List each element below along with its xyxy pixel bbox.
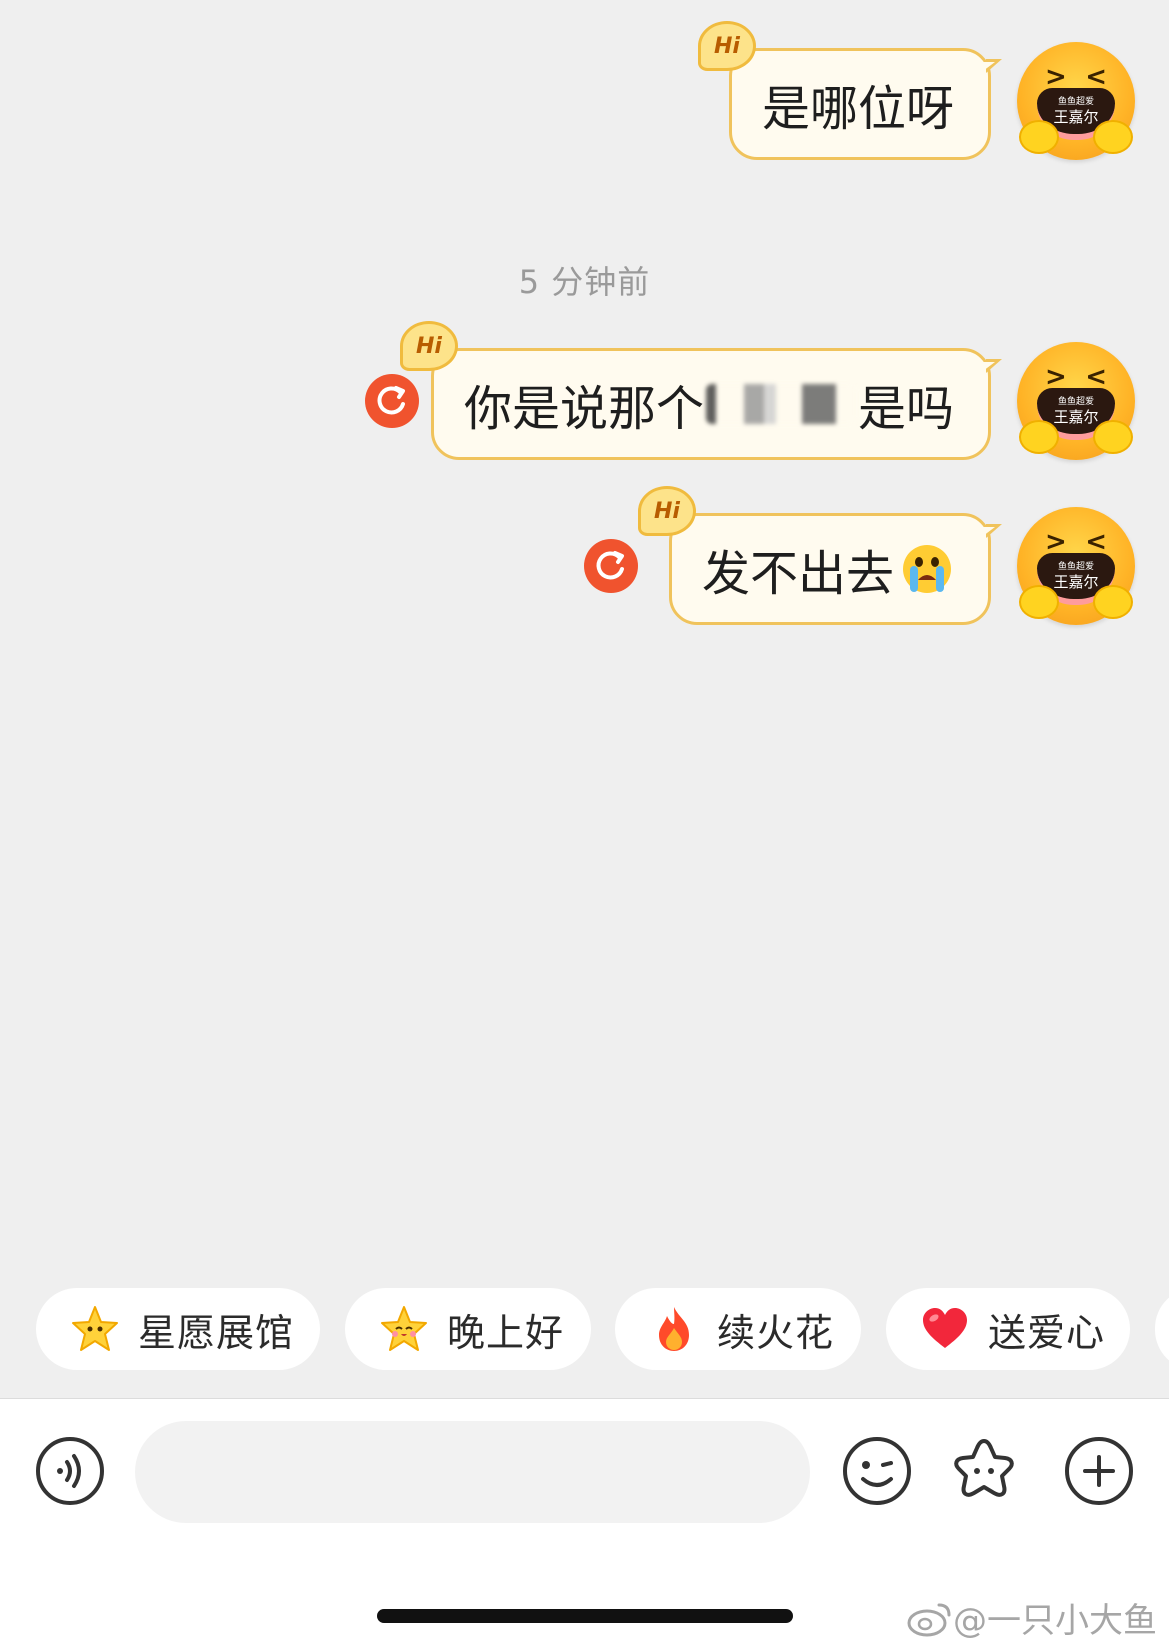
star-sticker-icon[interactable] <box>948 1435 1020 1507</box>
plus-icon[interactable] <box>1063 1435 1135 1507</box>
chip-star-gallery[interactable]: 星愿展馆 <box>36 1288 320 1370</box>
message-text-start: 你是说那个 <box>463 381 704 437</box>
chip-good-evening[interactable]: 晚上好 <box>345 1288 591 1370</box>
hi-badge: Hi <box>697 21 756 71</box>
message-bubble[interactable]: Hi 发不出去 <box>637 486 1002 625</box>
star-blush-icon <box>379 1304 429 1354</box>
quick-reply-bar[interactable]: 星愿展馆 晚上好 续火花 送爱心 <box>0 1288 1169 1372</box>
resend-icon[interactable] <box>584 539 638 593</box>
input-bar: @一只小大鱼 <box>0 1398 1169 1644</box>
avatar-caption-name: 王嘉尔 <box>1053 573 1099 591</box>
message-text-end: 是吗 <box>857 381 954 437</box>
hi-badge: Hi <box>637 486 696 536</box>
bubble-tail <box>983 359 1002 373</box>
resend-icon[interactable] <box>365 374 419 428</box>
message-bubble[interactable]: Hi 是哪位呀 <box>697 21 1002 160</box>
avatar-hand-right <box>1093 420 1133 454</box>
avatar-caption-small: 鱼鱼超爱 <box>1057 97 1094 107</box>
message-row: Hi 你是说那个 是吗 > < 鱼鱼超爱 王嘉尔 <box>0 321 1169 472</box>
home-indicator[interactable] <box>377 1609 793 1623</box>
message-text: 是哪位呀 <box>761 81 954 137</box>
avatar-hand-right <box>1093 585 1133 619</box>
avatar-caption-name: 王嘉尔 <box>1053 408 1099 426</box>
message-bubble[interactable]: Hi 你是说那个 是吗 <box>399 321 1002 460</box>
bubble-tail <box>983 59 1002 73</box>
message-text: 发不出去 <box>701 546 894 602</box>
chat-area[interactable]: Hi 是哪位呀 > < 鱼鱼超爱 王嘉尔 5 分钟前 Hi 你是说那个 是吗 >… <box>0 0 1169 1398</box>
avatar-caption-small: 鱼鱼超爱 <box>1057 397 1094 407</box>
chip-label: 晚上好 <box>447 1310 565 1355</box>
avatar-hand-left <box>1019 120 1059 154</box>
star-smile-icon <box>70 1304 120 1354</box>
timestamp: 5 分钟前 <box>518 263 651 301</box>
chip-streak-fire[interactable]: 续火花 <box>615 1288 861 1370</box>
weibo-logo-icon <box>907 1603 951 1636</box>
hi-badge: Hi <box>399 321 458 371</box>
heart-icon <box>920 1304 970 1354</box>
watermark-text: @一只小大鱼 <box>953 1601 1157 1641</box>
chip-send-heart[interactable]: 送爱心 <box>886 1288 1130 1370</box>
message-input[interactable] <box>135 1421 810 1523</box>
avatar[interactable]: > < 鱼鱼超爱 王嘉尔 <box>1017 42 1135 160</box>
avatar-caption-name: 王嘉尔 <box>1053 108 1099 126</box>
avatar-caption-small: 鱼鱼超爱 <box>1057 562 1094 572</box>
avatar[interactable]: > < 鱼鱼超爱 王嘉尔 <box>1017 507 1135 625</box>
avatar[interactable]: > < 鱼鱼超爱 王嘉尔 <box>1017 342 1135 460</box>
chip-more[interactable] <box>1155 1288 1169 1370</box>
fire-icon <box>649 1304 699 1354</box>
avatar-hand-right <box>1093 120 1133 154</box>
crying-face-icon <box>900 542 954 596</box>
emoji-icon[interactable] <box>841 1435 913 1507</box>
bubble-tail <box>983 524 1002 538</box>
redacted-text <box>705 384 856 424</box>
avatar-hand-left <box>1019 420 1059 454</box>
avatar-hand-left <box>1019 585 1059 619</box>
chip-label: 送爱心 <box>988 1310 1106 1355</box>
watermark: @一只小大鱼 <box>907 1593 1157 1642</box>
message-row: Hi 发不出去 > < 鱼鱼超爱 王嘉尔 <box>0 486 1169 637</box>
chip-label: 续火花 <box>717 1310 835 1355</box>
message-row: Hi 是哪位呀 > < 鱼鱼超爱 王嘉尔 <box>0 21 1169 172</box>
chip-label: 星愿展馆 <box>138 1310 295 1355</box>
voice-icon[interactable] <box>34 1435 106 1507</box>
